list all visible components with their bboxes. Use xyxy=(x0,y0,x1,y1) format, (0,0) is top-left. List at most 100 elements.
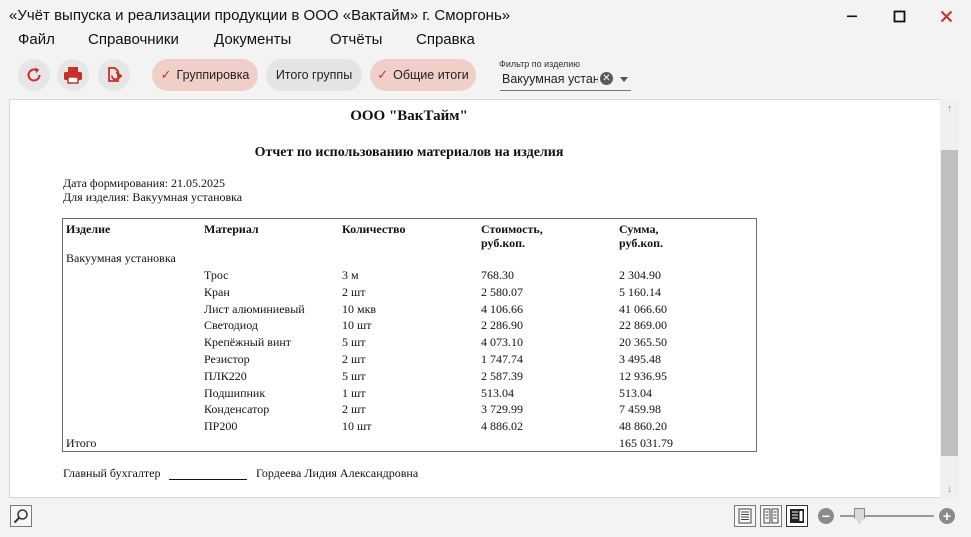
table-cell-sum: 22 869.00 xyxy=(619,318,667,333)
scroll-up-icon[interactable]: ↑ xyxy=(941,101,958,117)
total-sum: 165 031.79 xyxy=(619,436,673,450)
signer-name: Гордеева Лидия Александровна xyxy=(256,466,419,480)
grouping-label: Группировка xyxy=(176,68,250,82)
table-cell-sum: 5 160.14 xyxy=(619,284,661,299)
group-totals-toggle[interactable]: Итого группы xyxy=(266,59,362,91)
check-icon: ✓ xyxy=(377,67,389,82)
table-cell-material: Трос xyxy=(204,268,229,282)
clear-icon[interactable]: ✕ xyxy=(600,72,613,85)
table-cell-qty: 2 шт xyxy=(342,352,366,366)
column-header: Количество xyxy=(342,222,406,236)
page-width-button[interactable] xyxy=(786,505,808,527)
refresh-icon xyxy=(27,67,41,82)
menu-bar: Файл Справочники Документы Отчёты Справк… xyxy=(0,30,971,52)
table-cell-material: Кран xyxy=(204,284,230,299)
print-icon xyxy=(64,67,82,84)
table-cell-sum: 20 365.50 xyxy=(619,335,667,350)
table-cell-material: Крепёжный винт xyxy=(204,335,292,350)
zoom-out-icon[interactable]: − xyxy=(818,508,834,524)
table-cell-price: 4 106.66 xyxy=(481,301,523,316)
menu-file[interactable]: Файл xyxy=(18,31,55,48)
menu-documents[interactable]: Документы xyxy=(214,31,291,48)
toolbar: ✓ Группировка Итого группы ✓ Общие итоги xyxy=(0,56,971,96)
table-cell-price: 3 729.99 xyxy=(481,402,523,417)
table-cell-sum: 7 459.98 xyxy=(619,402,661,417)
scroll-thumb[interactable] xyxy=(941,150,958,456)
filter-label: Фильтр по изделию xyxy=(499,59,581,69)
two-page-icon xyxy=(763,508,779,524)
table-cell-qty: 10 мкв xyxy=(342,301,377,316)
report-title: Отчет по использованию материалов на изд… xyxy=(254,145,564,160)
maximize-button[interactable] xyxy=(876,0,922,32)
close-icon xyxy=(940,10,952,22)
table-cell-sum: 3 495.48 xyxy=(619,352,661,366)
product-filter-select[interactable]: Вакуумная установка ✕ xyxy=(500,70,631,91)
search-button[interactable] xyxy=(10,505,32,527)
two-page-button[interactable] xyxy=(760,505,782,527)
report-product: Для изделия: Вакуумная установка xyxy=(63,190,243,204)
column-header: Материал xyxy=(204,222,259,236)
grouping-toggle[interactable]: ✓ Группировка xyxy=(152,59,258,91)
table-cell-material: Подшипник xyxy=(204,385,266,400)
table-cell-qty: 5 шт xyxy=(342,335,366,350)
export-icon xyxy=(108,67,123,82)
column-header: Сумма, руб.коп. xyxy=(619,222,664,250)
column-header: Изделие xyxy=(66,222,111,236)
table-cell-price: 4 073.10 xyxy=(481,335,523,350)
scroll-down-icon[interactable]: ↓ xyxy=(941,481,958,497)
page-width-icon xyxy=(790,509,804,523)
minimize-icon xyxy=(847,15,857,18)
table-cell-qty: 10 шт xyxy=(342,318,372,333)
chevron-down-icon[interactable] xyxy=(620,77,628,82)
group-totals-label: Итого группы xyxy=(275,68,353,82)
single-page-icon xyxy=(738,508,752,524)
report-date: Дата формирования: 21.05.2025 xyxy=(63,176,226,190)
zoom-in-icon[interactable]: + xyxy=(939,508,955,524)
signature-line xyxy=(169,479,247,480)
maximize-icon xyxy=(893,10,905,22)
grand-totals-toggle[interactable]: ✓ Общие итоги xyxy=(370,59,476,91)
table-cell-sum: 41 066.60 xyxy=(619,301,667,316)
table-cell-material: Лист алюминиевый xyxy=(204,301,305,316)
table-cell-sum: 513.04 xyxy=(619,385,652,400)
menu-reports[interactable]: Отчёты xyxy=(330,31,382,48)
table-cell-price: 1 747.74 xyxy=(481,352,523,366)
grand-totals-label: Общие итоги xyxy=(393,68,469,82)
refresh-button[interactable] xyxy=(18,59,50,91)
close-button[interactable] xyxy=(923,0,969,32)
table-cell-price: 4 886.02 xyxy=(481,419,523,434)
window-title: «Учёт выпуска и реализации продукции в О… xyxy=(9,7,511,24)
table-cell-qty: 2 шт xyxy=(342,284,366,299)
table-cell-price: 2 587.39 xyxy=(481,368,523,383)
table-cell-material: ПЛК220 xyxy=(204,368,247,383)
table-cell-material: ПР200 xyxy=(204,419,238,434)
table-cell-sum: 2 304.90 xyxy=(619,268,661,282)
column-header: Стоимость, руб.коп. xyxy=(481,222,543,250)
table-cell-material: Резистор xyxy=(204,352,250,366)
minimize-button[interactable] xyxy=(829,0,875,32)
table-cell-sum: 48 860.20 xyxy=(619,419,667,434)
group-name: Вакуумная установка xyxy=(66,251,176,265)
table-cell-material: Конденсатор xyxy=(204,402,270,417)
table-cell-qty: 2 шт xyxy=(342,402,366,417)
table-cell-material: Светодиод xyxy=(204,318,258,333)
table-cell-price: 513.04 xyxy=(481,385,514,400)
table-cell-sum: 12 936.95 xyxy=(619,368,667,383)
total-label: Итого xyxy=(66,436,97,450)
report-company: ООО "ВакТайм" xyxy=(350,108,468,124)
table-cell-qty: 1 шт xyxy=(342,385,366,400)
table-cell-qty: 5 шт xyxy=(342,368,366,383)
print-button[interactable] xyxy=(57,59,89,91)
menu-directories[interactable]: Справочники xyxy=(88,31,179,48)
export-button[interactable] xyxy=(98,59,130,91)
single-page-button[interactable] xyxy=(734,505,756,527)
check-icon: ✓ xyxy=(160,67,172,82)
table-cell-qty: 10 шт xyxy=(342,419,372,434)
search-icon xyxy=(13,509,28,524)
table-cell-qty: 3 м xyxy=(342,268,359,282)
table-cell-price: 2 580.07 xyxy=(481,284,523,299)
table-cell-price: 2 286.90 xyxy=(481,318,523,333)
report-table: Изделие Материал Количество Стоимость, ру… xyxy=(62,218,757,452)
signer-role: Главный бухгалтер xyxy=(63,466,161,480)
menu-help[interactable]: Справка xyxy=(416,31,475,48)
